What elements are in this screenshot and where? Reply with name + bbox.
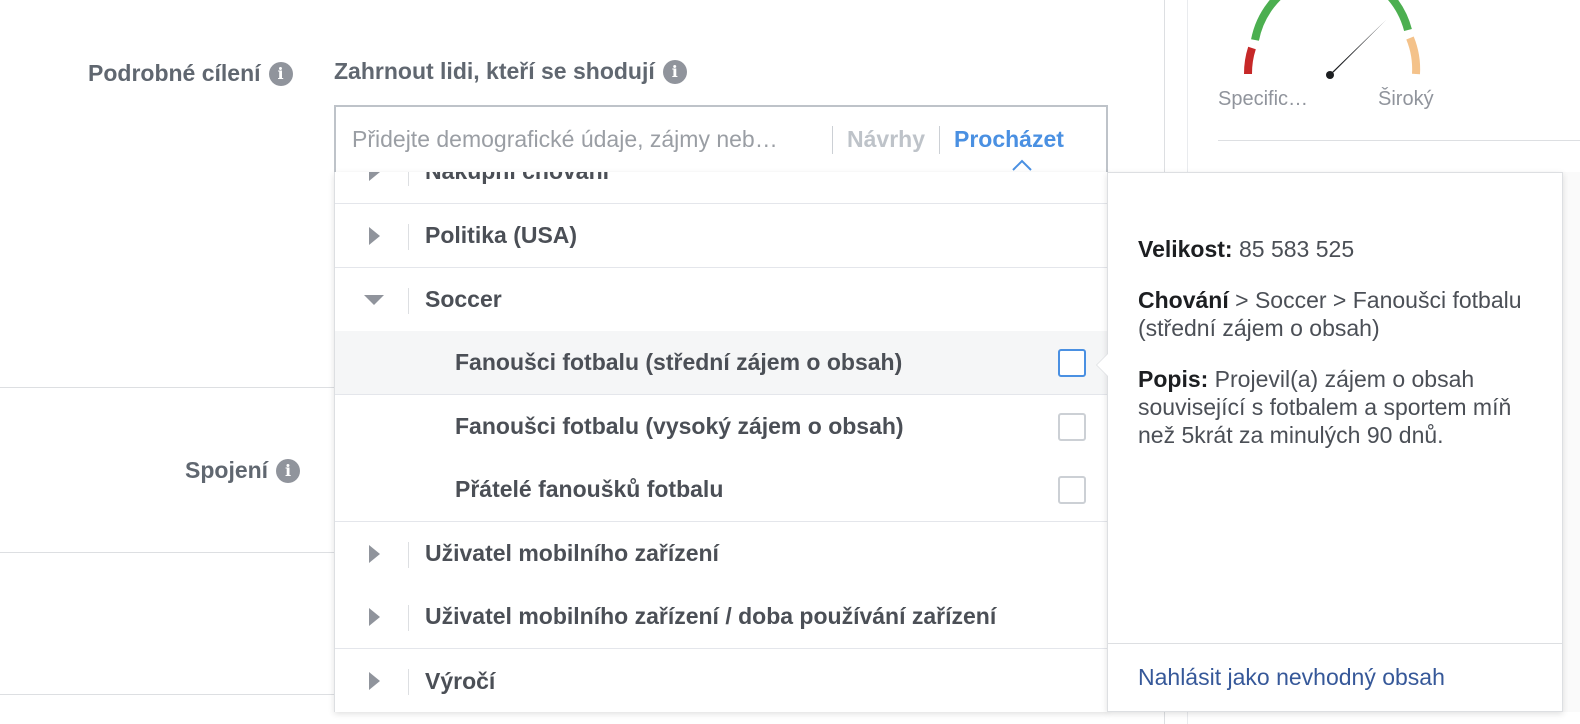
category-row[interactable]: Výročí bbox=[335, 649, 1108, 712]
collapse-toggle[interactable] bbox=[335, 268, 409, 331]
audience-size: Velikost: 85 583 525 bbox=[1138, 236, 1355, 262]
separator bbox=[938, 125, 940, 154]
triangle-down-icon bbox=[364, 294, 384, 305]
detailed-targeting-search: Návrhy Procházet bbox=[334, 105, 1108, 172]
report-inappropriate-link[interactable]: Nahlásit jako nevhodný obsah bbox=[1138, 664, 1445, 691]
suggestions-link[interactable]: Návrhy bbox=[847, 126, 925, 153]
connections-label: Spojení i bbox=[185, 457, 301, 484]
category-description: Popis: Projevil(a) zájem o obsah souvise… bbox=[1138, 366, 1512, 448]
category-row[interactable]: Uživatel mobilního zařízení bbox=[335, 522, 1108, 586]
checkbox[interactable] bbox=[1058, 412, 1086, 441]
subcategory-row[interactable]: Fanoušci fotbalu (vysoký zájem o obsah) bbox=[335, 395, 1108, 459]
info-icon[interactable]: i bbox=[662, 59, 687, 84]
expand-toggle[interactable] bbox=[335, 204, 409, 267]
subcategory-row[interactable]: Přátelé fanoušků fotbalu bbox=[335, 458, 1108, 522]
triangle-right-icon bbox=[368, 226, 380, 245]
separator bbox=[832, 125, 833, 154]
triangle-right-icon bbox=[368, 672, 380, 690]
subcategory-row[interactable]: Fanoušci fotbalu (střední zájem o obsah) bbox=[335, 331, 1108, 395]
panel-edge bbox=[1562, 172, 1580, 712]
expand-toggle[interactable] bbox=[335, 649, 409, 712]
divider bbox=[1218, 140, 1580, 141]
checkbox[interactable] bbox=[1058, 475, 1086, 504]
audience-gauge-icon bbox=[1243, 0, 1421, 79]
include-people-label: Zahrnout lidi, kteří se shodují i bbox=[334, 58, 687, 85]
triangle-right-icon bbox=[368, 607, 380, 626]
category-row[interactable]: Politika (USA) bbox=[335, 204, 1108, 268]
section-divider bbox=[0, 552, 334, 553]
detailed-targeting-label: Podrobné cílení i bbox=[88, 60, 293, 87]
chevron-up-icon bbox=[1012, 159, 1032, 171]
section-divider bbox=[0, 387, 334, 388]
gauge-broad-label: Široký bbox=[1378, 88, 1434, 110]
browse-dropdown: Nákupní chování Politika (USA) Soccer Fa… bbox=[334, 172, 1108, 712]
category-path: Chování > Soccer > Fanoušci fotbalu (stř… bbox=[1138, 287, 1522, 341]
category-info-flyout: Velikost: 85 583 525 Chování > Soccer > … bbox=[1096, 172, 1563, 712]
expand-toggle[interactable] bbox=[335, 585, 409, 648]
expand-toggle[interactable] bbox=[335, 522, 409, 585]
info-icon[interactable]: i bbox=[276, 458, 301, 483]
flyout-footer: Nahlásit jako nevhodný obsah bbox=[1108, 643, 1562, 711]
category-row[interactable]: Uživatel mobilního zařízení / doba použí… bbox=[335, 585, 1108, 649]
category-row[interactable]: Soccer bbox=[335, 268, 1108, 332]
flyout-pointer bbox=[1096, 353, 1108, 377]
expand-toggle[interactable] bbox=[335, 172, 409, 203]
category-row[interactable]: Nákupní chování bbox=[335, 172, 1108, 204]
info-icon[interactable]: i bbox=[268, 61, 293, 86]
browse-link[interactable]: Procházet bbox=[954, 126, 1064, 153]
triangle-right-icon bbox=[368, 544, 380, 563]
triangle-right-icon bbox=[368, 172, 380, 181]
targeting-search-input[interactable] bbox=[336, 126, 818, 153]
gauge-specific-label: Specific… bbox=[1218, 88, 1309, 110]
checkbox[interactable] bbox=[1058, 348, 1086, 377]
